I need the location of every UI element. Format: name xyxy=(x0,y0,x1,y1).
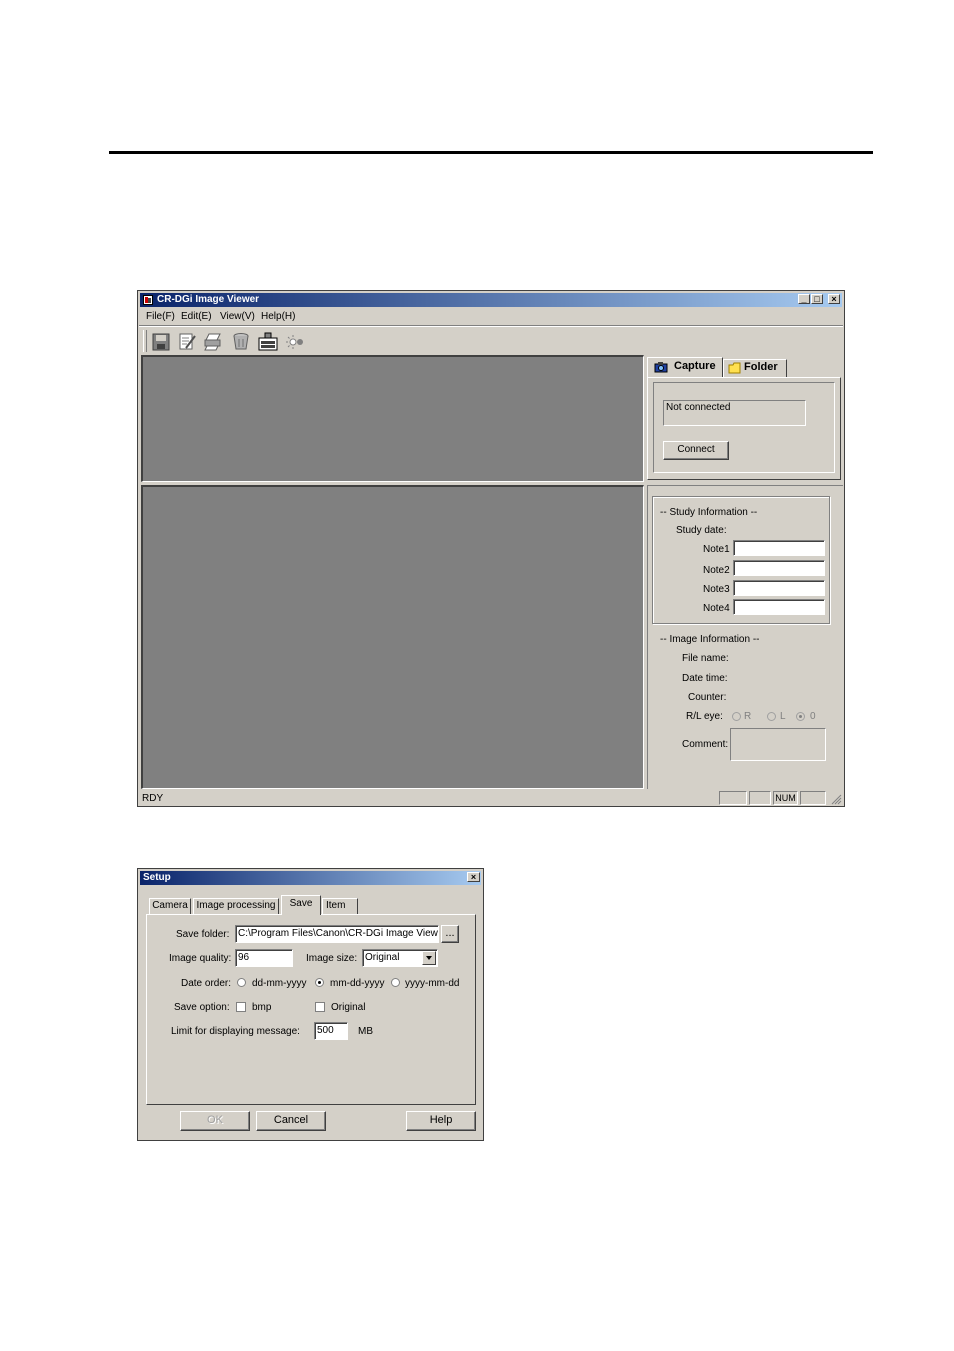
connect-button[interactable]: Connect xyxy=(663,441,729,460)
help-button[interactable]: Help xyxy=(406,1111,476,1131)
save-icon[interactable] xyxy=(151,332,171,351)
print-icon[interactable] xyxy=(203,332,223,351)
counter-label: Counter: xyxy=(688,692,727,703)
rl-option-l: L xyxy=(780,711,786,722)
tab-camera[interactable]: Camera xyxy=(149,898,191,914)
save-option-original-checkbox[interactable] xyxy=(315,1002,325,1012)
tab-image-processing[interactable]: Image processing xyxy=(193,898,279,914)
tab-folder[interactable]: Folder xyxy=(723,359,787,377)
rl-eye-label: R/L eye: xyxy=(686,711,723,722)
date-order-option-1: dd-mm-yyyy xyxy=(252,978,307,989)
rl-option-0: 0 xyxy=(810,711,816,722)
image-info-header: -- Image Information -- xyxy=(660,634,760,645)
limit-unit: MB xyxy=(358,1026,373,1037)
brightness-icon[interactable] xyxy=(285,332,305,351)
main-window: CR-DGi Image Viewer _ □ × File(F) Edit(E… xyxy=(137,290,845,807)
num-lock-indicator: NUM xyxy=(773,791,798,805)
thumbnail-pane[interactable] xyxy=(141,355,644,482)
page-header-rule xyxy=(109,151,873,154)
limit-label: Limit for displaying message: xyxy=(171,1026,300,1037)
close-button[interactable]: × xyxy=(828,294,840,304)
limit-input[interactable]: 500 xyxy=(314,1022,348,1040)
note2-label: Note2 xyxy=(703,565,730,576)
date-order-radio-yyyy-mm-dd[interactable] xyxy=(391,978,400,987)
rl-radio-0[interactable] xyxy=(796,712,805,721)
comment-box[interactable] xyxy=(730,728,826,761)
minimize-button[interactable]: _ xyxy=(798,294,810,304)
tab-item[interactable]: Item xyxy=(322,898,358,914)
tab-save[interactable]: Save xyxy=(281,895,321,915)
chevron-down-icon xyxy=(426,956,432,960)
toolbar-grip xyxy=(143,330,147,352)
image-size-select[interactable]: Original xyxy=(362,949,438,967)
info-panel: -- Study Information -- Study date: Note… xyxy=(647,485,843,789)
note2-input[interactable] xyxy=(733,560,825,576)
note4-input[interactable] xyxy=(733,599,825,615)
save-option-bmp-label: bmp xyxy=(252,1002,272,1013)
setup-close-button[interactable]: × xyxy=(467,872,480,882)
status-cell-1 xyxy=(719,791,747,805)
comment-label: Comment: xyxy=(682,739,729,750)
note1-input[interactable] xyxy=(733,540,825,556)
maximize-button[interactable]: □ xyxy=(811,294,823,304)
file-name-label: File name: xyxy=(682,653,729,664)
dropdown-button[interactable] xyxy=(422,951,436,965)
note4-label: Note4 xyxy=(703,603,730,614)
note1-label: Note1 xyxy=(703,544,730,555)
capture-panel: Capture Folder Not connected Connect xyxy=(647,355,843,482)
connection-status: Not connected xyxy=(663,400,806,426)
image-size-label: Image size: xyxy=(306,953,358,964)
save-folder-input[interactable]: C:\Program Files\Canon\CR-DGi Image View xyxy=(235,925,439,943)
study-date-label: Study date: xyxy=(676,525,727,536)
status-cell-2 xyxy=(749,791,771,805)
image-quality-input[interactable]: 96 xyxy=(235,949,293,967)
delete-icon[interactable] xyxy=(231,332,251,351)
image-quality-label: Image quality: xyxy=(169,953,232,964)
export-icon[interactable] xyxy=(258,332,278,351)
date-order-option-3: yyyy-mm-dd xyxy=(405,978,460,989)
setup-titlebar[interactable]: Setup × xyxy=(140,871,481,885)
save-option-original-label: Original xyxy=(331,1002,366,1013)
date-time-label: Date time: xyxy=(682,673,728,684)
tab-capture[interactable]: Capture xyxy=(647,357,723,377)
menu-view[interactable]: View(V) xyxy=(220,311,255,322)
status-text: RDY xyxy=(142,793,164,804)
image-size-value: Original xyxy=(365,952,400,963)
setup-title: Setup xyxy=(143,872,171,883)
date-order-radio-dd-mm-yyyy[interactable] xyxy=(237,978,246,987)
setup-dialog: Setup × Camera Image processing Save Ite… xyxy=(137,868,484,1141)
folder-icon xyxy=(728,362,741,374)
menu-divider xyxy=(139,325,843,327)
study-info-header: -- Study Information -- xyxy=(660,507,758,518)
note3-label: Note3 xyxy=(703,584,730,595)
save-folder-label: Save folder: xyxy=(176,929,230,940)
main-titlebar[interactable]: CR-DGi Image Viewer _ □ × xyxy=(140,293,842,307)
ok-button[interactable]: OK xyxy=(180,1111,250,1131)
menu-edit[interactable]: Edit(E) xyxy=(181,311,212,322)
date-order-option-2: mm-dd-yyyy xyxy=(330,978,385,989)
save-option-label: Save option: xyxy=(174,1002,230,1013)
save-option-bmp-checkbox[interactable] xyxy=(236,1002,246,1012)
rl-radio-r[interactable] xyxy=(732,712,741,721)
menu-file[interactable]: File(F) xyxy=(146,311,175,322)
status-cell-4 xyxy=(800,791,826,805)
date-order-radio-mm-dd-yyyy[interactable] xyxy=(315,978,324,987)
image-view-pane[interactable] xyxy=(141,485,644,789)
tab-body: Not connected Connect xyxy=(647,377,841,480)
note3-input[interactable] xyxy=(733,580,825,596)
camera-icon xyxy=(654,362,668,373)
cancel-button[interactable]: Cancel xyxy=(256,1111,326,1131)
browse-button[interactable]: ... xyxy=(441,925,459,943)
app-icon xyxy=(143,295,153,305)
date-order-label: Date order: xyxy=(181,978,232,989)
rl-radio-l[interactable] xyxy=(767,712,776,721)
main-window-title: CR-DGi Image Viewer xyxy=(157,294,260,305)
menu-help[interactable]: Help(H) xyxy=(261,311,295,322)
resize-grip-icon[interactable] xyxy=(831,794,842,805)
rl-option-r: R xyxy=(744,711,752,722)
edit-icon[interactable] xyxy=(177,332,197,351)
